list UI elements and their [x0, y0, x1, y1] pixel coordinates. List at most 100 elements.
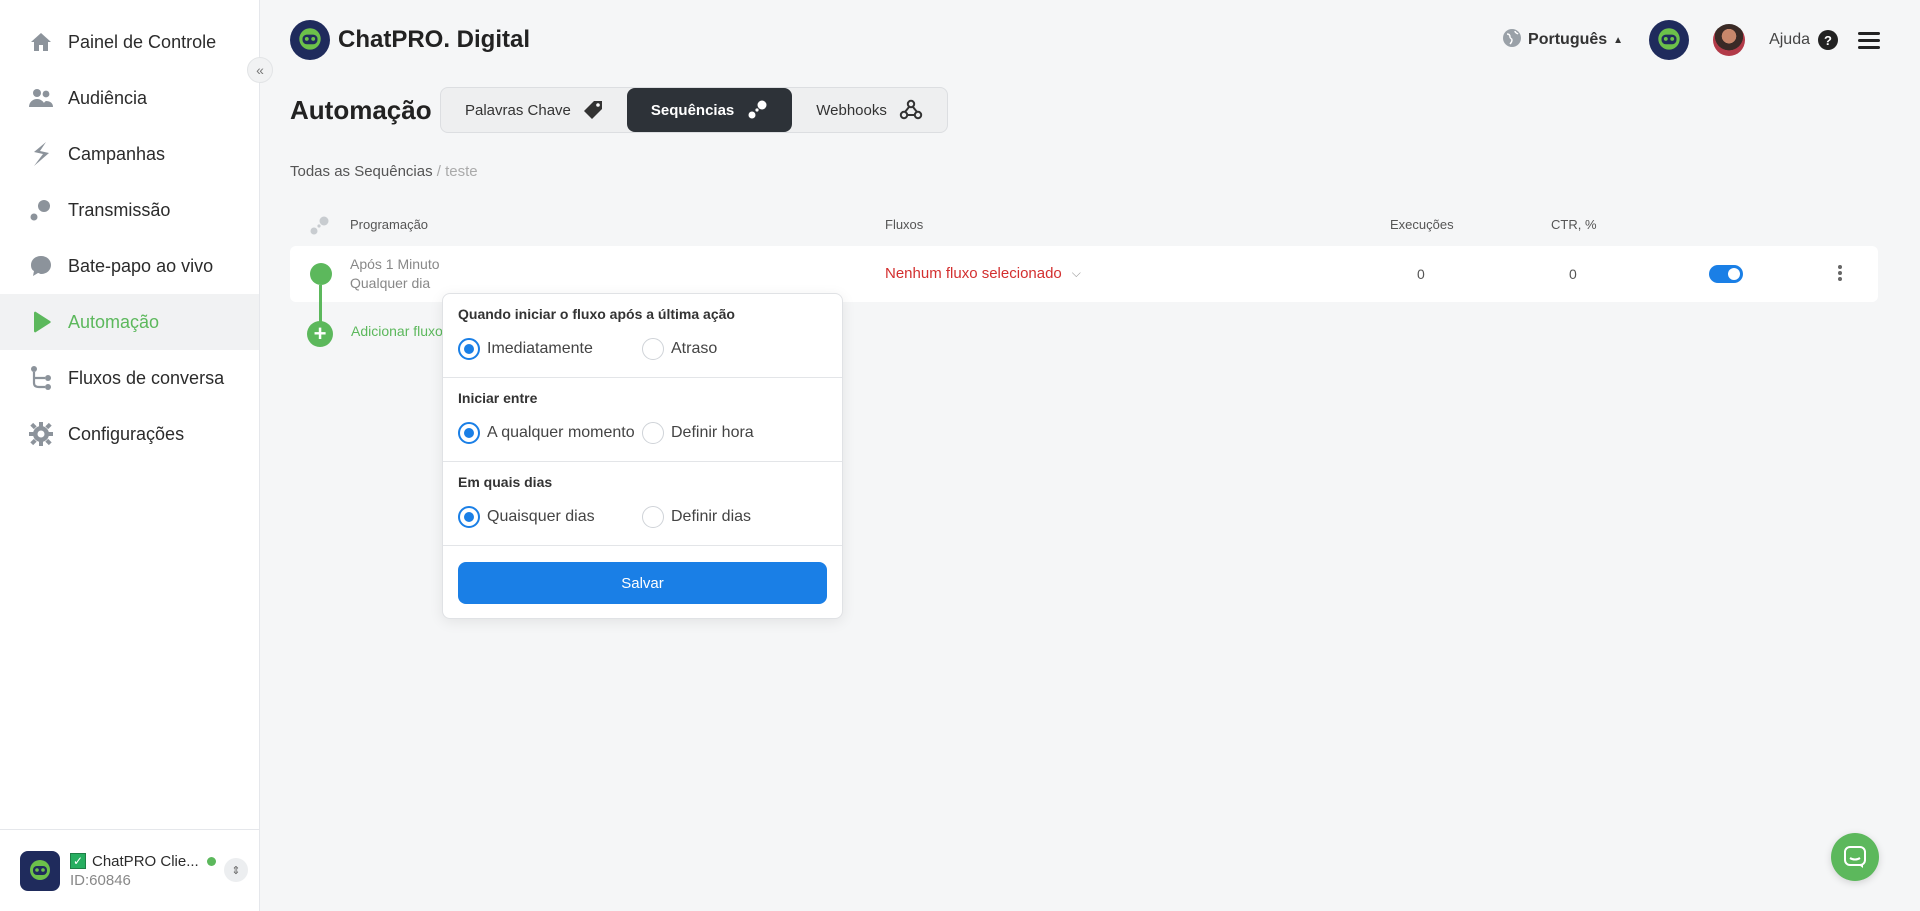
radio-label: Atraso [671, 340, 718, 357]
page-title: Automação [290, 95, 432, 125]
online-status-dot [206, 856, 216, 866]
brand-name: ChatPRO. Digital [338, 26, 531, 53]
sidebar-item-label: Transmissão [68, 199, 171, 220]
radio-any-time[interactable]: A qualquer momento [458, 422, 635, 444]
enabled-toggle[interactable] [1709, 265, 1743, 283]
user-avatar[interactable] [1713, 24, 1746, 56]
column-header-flows: Fluxos [885, 217, 924, 232]
hamburger-menu-icon[interactable] [1858, 28, 1880, 53]
gear-icon [28, 421, 54, 447]
home-icon [28, 29, 54, 55]
popover-section-days: Em quais dias Quaisquer dias Definir dia… [443, 462, 842, 546]
automation-tabs: Palavras Chave Sequências Webhooks [440, 87, 948, 133]
radio-immediately[interactable]: Imediatamente [458, 338, 593, 360]
webhook-icon [899, 99, 923, 121]
sidebar-item-dashboard[interactable]: Painel de Controle [0, 14, 259, 70]
radio-label: Quaisquer dias [487, 508, 595, 525]
help-label: Ajuda [1769, 31, 1810, 48]
tag-icon [583, 100, 603, 120]
language-label: Português [1528, 31, 1608, 48]
chat-bubble-icon [1844, 846, 1866, 868]
flow-select[interactable]: Nenhum fluxo selecionado ⌵ [885, 265, 1081, 282]
radio-label: Definir hora [671, 424, 754, 441]
radio-unselected-icon [642, 422, 664, 444]
support-chat-button[interactable] [1831, 833, 1879, 881]
caret-up-icon: ▲ [1613, 34, 1624, 46]
breadcrumb: Todas as Sequências / teste [290, 163, 478, 180]
breadcrumb-separator: / [432, 163, 446, 180]
tab-label: Palavras Chave [465, 101, 571, 119]
sequence-icon [746, 99, 768, 121]
add-flow-icon[interactable]: + [307, 321, 333, 347]
popover-section-time: Iniciar entre A qualquer momento Definir… [443, 378, 842, 462]
sidebar-item-audience[interactable]: Audiência [0, 70, 259, 126]
sidebar-item-label: Automação [68, 311, 160, 332]
sidebar-item-broadcast[interactable]: Transmissão [0, 182, 259, 238]
radio-selected-icon [458, 422, 480, 444]
sidebar-item-campaigns[interactable]: Campanhas [0, 126, 259, 182]
add-flow-link[interactable]: Adicionar fluxo [351, 323, 443, 339]
sidebar: Painel de Controle Audiência Campanhas T… [0, 0, 260, 911]
radio-set-time[interactable]: Definir hora [642, 422, 754, 444]
expand-switch-icon[interactable]: ⇕ [224, 858, 248, 882]
section-title: Quando iniciar o fluxo após a última açã… [458, 306, 735, 322]
table-header: Programação Fluxos Execuções CTR, % [290, 213, 1878, 237]
radio-any-days[interactable]: Quaisquer dias [458, 506, 595, 528]
users-icon [28, 85, 54, 111]
sidebar-item-flows[interactable]: Fluxos de conversa [0, 350, 259, 406]
collapse-sidebar-button[interactable]: « [247, 57, 273, 83]
sidebar-item-label: Painel de Controle [68, 31, 217, 52]
breadcrumb-current: teste [445, 163, 478, 180]
chat-icon [28, 253, 54, 279]
radio-label: Definir dias [671, 508, 752, 525]
language-selector[interactable]: Português ▲ [1502, 28, 1623, 53]
radio-set-days[interactable]: Definir dias [642, 506, 751, 528]
tab-sequences[interactable]: Sequências [626, 88, 793, 132]
sidebar-nav: Painel de Controle Audiência Campanhas T… [0, 0, 259, 462]
tab-keywords[interactable]: Palavras Chave [441, 88, 627, 132]
account-logo [20, 850, 60, 891]
sidebar-item-label: Configurações [68, 423, 185, 444]
more-options-icon[interactable] [1838, 263, 1844, 283]
column-header-ctr: CTR, % [1551, 217, 1597, 232]
radio-selected-icon [458, 506, 480, 528]
radio-unselected-icon [642, 506, 664, 528]
account-id: ID:60846 [70, 871, 131, 889]
sidebar-item-settings[interactable]: Configurações [0, 406, 259, 462]
globe-icon [1502, 28, 1522, 53]
sidebar-item-label: Bate-papo ao vivo [68, 255, 214, 276]
breadcrumb-root-link[interactable]: Todas as Sequências [290, 163, 433, 180]
section-title: Iniciar entre [458, 390, 538, 406]
step-node [310, 263, 332, 285]
tab-webhooks[interactable]: Webhooks [792, 88, 947, 132]
column-header-executions: Execuções [1390, 217, 1454, 232]
brand[interactable]: ChatPRO. Digital [290, 20, 530, 60]
chevron-down-icon: ⌵ [1071, 266, 1081, 280]
play-icon [28, 309, 54, 335]
popover-section-start: Quando iniciar o fluxo após a última açã… [443, 294, 842, 378]
step-connector [319, 285, 322, 322]
schedule-days[interactable]: Qualquer dia [350, 275, 430, 291]
tab-label: Sequências [650, 101, 735, 119]
executions-value: 0 [1417, 266, 1425, 282]
schedule-popover: Quando iniciar o fluxo após a última açã… [442, 293, 843, 619]
help-link[interactable]: Ajuda ? [1769, 30, 1838, 50]
check-icon: ✓ [70, 853, 86, 869]
schedule-delay[interactable]: Após 1 Minuto [350, 256, 440, 272]
broadcast-icon [28, 197, 54, 223]
sidebar-item-automation[interactable]: Automação [0, 294, 259, 350]
account-switcher[interactable]: ✓ ChatPRO Clie... ID:60846 ⇕ [0, 829, 259, 911]
sequence-icon [308, 215, 330, 240]
tab-label: Webhooks [816, 101, 887, 119]
sidebar-item-live-chat[interactable]: Bate-papo ao vivo [0, 238, 259, 294]
flow-icon [28, 365, 54, 391]
bot-profile-icon[interactable] [1649, 20, 1690, 60]
column-header-schedule: Programação [350, 217, 429, 232]
flow-select-value: Nenhum fluxo selecionado [885, 265, 1062, 282]
section-title: Em quais dias [458, 474, 553, 490]
radio-delay[interactable]: Atraso [642, 338, 717, 360]
bolt-icon [28, 141, 54, 167]
sidebar-item-label: Audiência [68, 87, 148, 108]
question-icon: ? [1818, 30, 1838, 50]
save-button[interactable]: Salvar [458, 562, 827, 604]
